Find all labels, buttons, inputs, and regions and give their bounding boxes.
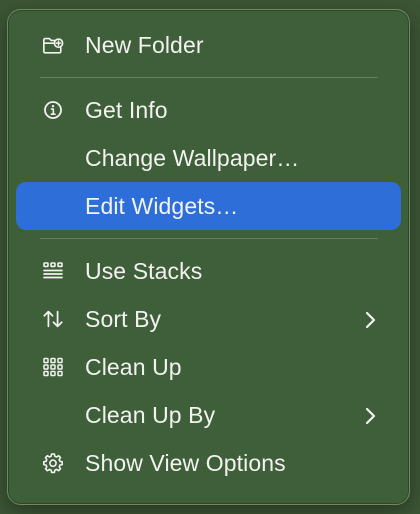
stacks-icon xyxy=(42,260,64,282)
menu-item-label: New Folder xyxy=(85,31,204,58)
menu-item-label: Get Info xyxy=(85,96,168,123)
menu-item-clean-up-by[interactable]: Clean Up By xyxy=(16,391,401,439)
menu-item-get-info[interactable]: Get Info xyxy=(16,86,401,134)
menu-item-new-folder[interactable]: New Folder xyxy=(16,21,401,69)
chevron-right-icon xyxy=(363,405,377,425)
context-menu: New Folder Get Info Change Wallpaper… Ed… xyxy=(7,9,410,505)
sort-arrows-icon xyxy=(42,308,64,330)
grid-icon xyxy=(42,356,64,378)
menu-item-edit-widgets[interactable]: Edit Widgets… xyxy=(16,182,401,230)
menu-item-label: Use Stacks xyxy=(85,257,203,284)
menu-item-label: Sort By xyxy=(85,305,162,332)
menu-separator xyxy=(40,77,378,78)
menu-item-change-wallpaper[interactable]: Change Wallpaper… xyxy=(16,134,401,182)
menu-item-label: Change Wallpaper… xyxy=(85,144,300,171)
new-folder-icon xyxy=(42,34,64,56)
menu-item-label: Edit Widgets… xyxy=(85,192,239,219)
menu-item-label: Show View Options xyxy=(85,449,286,476)
menu-item-label: Clean Up By xyxy=(85,401,216,428)
chevron-right-icon xyxy=(363,309,377,329)
menu-separator xyxy=(40,238,378,239)
menu-item-sort-by[interactable]: Sort By xyxy=(16,295,401,343)
gear-icon xyxy=(42,452,64,474)
menu-item-show-view-options[interactable]: Show View Options xyxy=(16,439,401,487)
menu-item-label: Clean Up xyxy=(85,353,182,380)
menu-item-clean-up[interactable]: Clean Up xyxy=(16,343,401,391)
menu-item-use-stacks[interactable]: Use Stacks xyxy=(16,247,401,295)
info-icon xyxy=(42,99,64,121)
